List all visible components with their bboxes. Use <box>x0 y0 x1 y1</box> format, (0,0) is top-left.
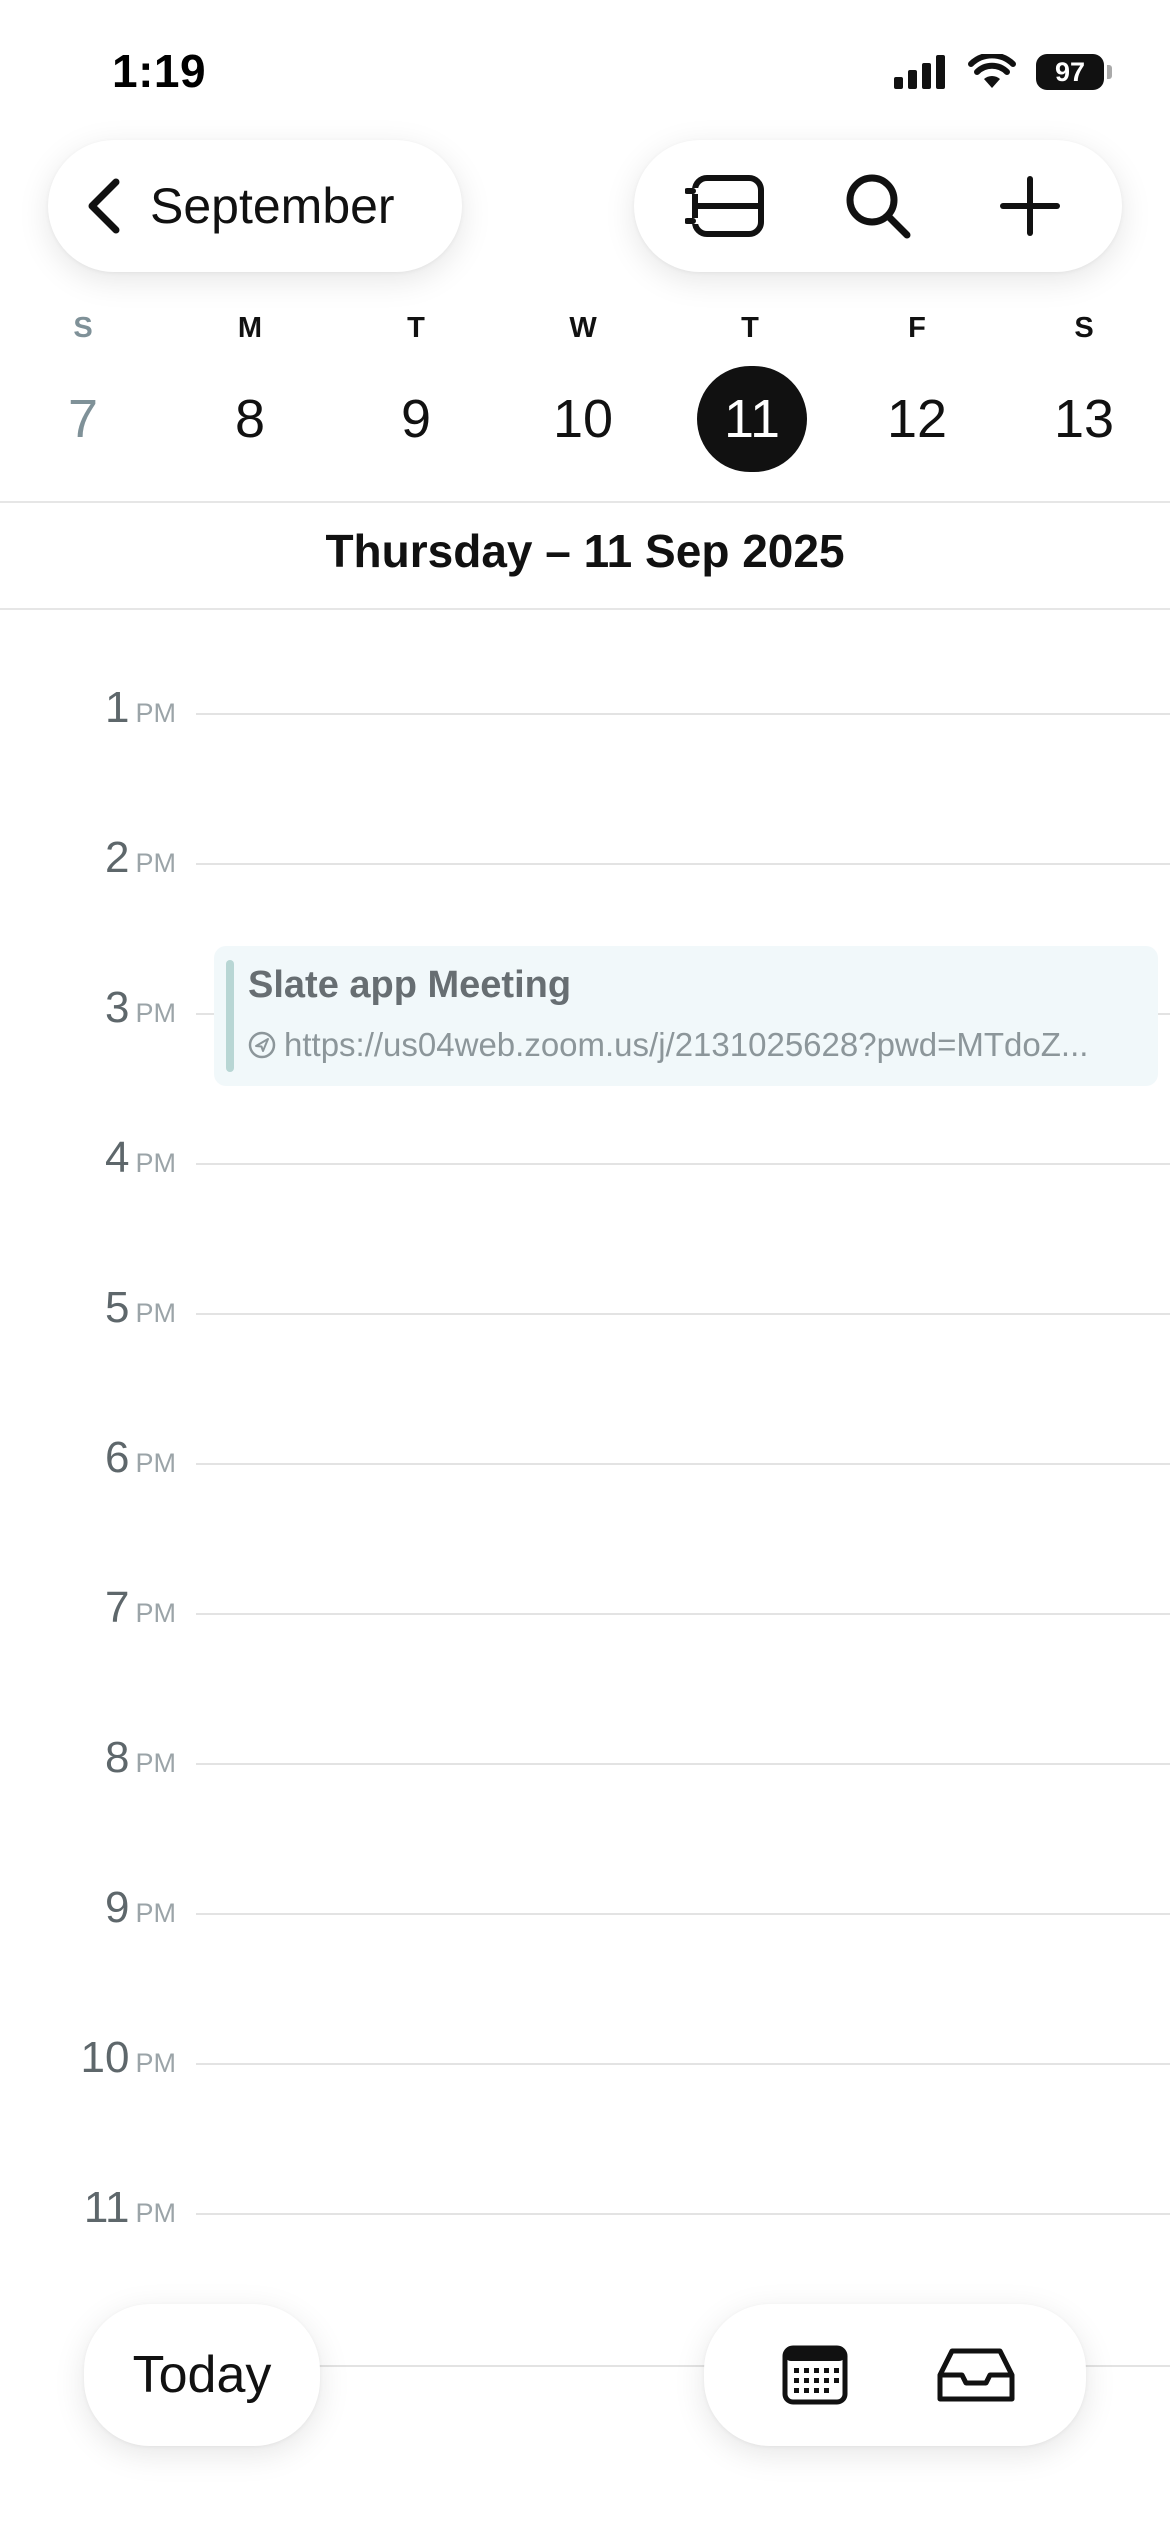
day-8[interactable]: 8 <box>195 366 305 472</box>
hour-gridline <box>196 2063 1170 2065</box>
day-9[interactable]: 9 <box>361 366 471 472</box>
search-button[interactable] <box>823 151 933 261</box>
hour-ampm: PM <box>135 1448 177 1478</box>
weekday-mon: M <box>237 312 263 344</box>
hour-ampm: PM <box>135 1898 177 1928</box>
date-heading: Thursday – 11 Sep 2025 <box>325 525 845 577</box>
hour-number: 9 <box>105 1883 130 1932</box>
hour-row-5pm: 5 PM <box>0 1283 1170 1343</box>
calendar-icon <box>782 2345 847 2405</box>
hour-gridline <box>196 1463 1170 1465</box>
search-icon <box>846 174 911 239</box>
weekday-thu: T <box>741 312 759 344</box>
hour-row-4pm: 4 PM <box>0 1133 1170 1193</box>
calendar-day-screen: 1:19 97 September S M T W T F S 7 8 9 10… <box>0 0 1170 2532</box>
weekday-sun: S <box>73 312 93 344</box>
inbox-icon <box>937 2348 1014 2402</box>
hour-gridline <box>196 1163 1170 1165</box>
back-to-month-button[interactable]: September <box>48 140 462 272</box>
wifi-icon <box>968 54 1016 88</box>
event-location: https://us04web.zoom.us/j/2131025628?pwd… <box>248 1026 1138 1064</box>
hour-row-10pm: 10 PM <box>0 2033 1170 2093</box>
hour-gridline <box>196 863 1170 865</box>
weekday-fri: F <box>908 312 926 344</box>
hour-gridline <box>196 1913 1170 1915</box>
hour-gridline <box>196 1613 1170 1615</box>
today-button[interactable]: Today <box>84 2304 320 2446</box>
hour-number: 6 <box>105 1433 130 1482</box>
signal-icon <box>894 55 945 89</box>
hour-row-2pm: 2 PM <box>0 833 1170 893</box>
event-card[interactable]: Slate app Meeting https://us04web.zoom.u… <box>214 946 1158 1086</box>
location-arrow-icon <box>248 1031 276 1059</box>
day-13[interactable]: 13 <box>1029 366 1139 472</box>
hour-number: 4 <box>105 1133 130 1182</box>
battery-level: 97 <box>1036 54 1104 90</box>
hour-ampm: PM <box>135 698 177 728</box>
hour-ampm: PM <box>135 2198 177 2228</box>
hour-number: 7 <box>105 1583 130 1632</box>
hour-ampm: PM <box>135 2048 177 2078</box>
hour-ampm: PM <box>135 1148 177 1178</box>
hour-number: 11 <box>83 2183 130 2232</box>
hour-ampm: PM <box>135 998 177 1028</box>
event-link: https://us04web.zoom.us/j/2131025628?pwd… <box>284 1026 1089 1063</box>
add-event-button[interactable] <box>975 151 1085 261</box>
hour-gridline <box>196 713 1170 715</box>
heading-divider <box>0 608 1170 610</box>
inbox-button[interactable] <box>921 2320 1031 2430</box>
hour-number: 5 <box>105 1283 130 1332</box>
event-color-bar <box>226 960 234 1072</box>
month-label: September <box>150 178 395 234</box>
list-view-button[interactable] <box>671 151 781 261</box>
hour-ampm: PM <box>135 1598 177 1628</box>
hour-gridline <box>196 1313 1170 1315</box>
hour-ampm: PM <box>135 848 177 878</box>
hour-row-1pm: 1 PM <box>0 683 1170 743</box>
status-time: 1:19 <box>112 45 207 97</box>
hour-number: 1 <box>105 683 130 732</box>
hour-row-8pm: 8 PM <box>0 1733 1170 1793</box>
hour-ampm: PM <box>135 1748 177 1778</box>
day-11-selected[interactable]: 11 <box>697 366 807 472</box>
week-divider <box>0 501 1170 503</box>
day-10[interactable]: 10 <box>528 366 638 472</box>
weekday-sat: S <box>1074 312 1094 344</box>
hour-gridline <box>196 1763 1170 1765</box>
weekday-tue: T <box>407 312 425 344</box>
hour-number: 8 <box>105 1733 130 1782</box>
plus-icon <box>1000 176 1060 236</box>
hour-ampm: PM <box>135 1298 177 1328</box>
chevron-left-icon <box>88 178 120 234</box>
header-toolbar <box>634 140 1122 272</box>
hour-row-9pm: 9 PM <box>0 1883 1170 1943</box>
event-title: Slate app Meeting <box>248 964 572 1006</box>
bottom-toolbar <box>704 2304 1086 2446</box>
day-7[interactable]: 7 <box>28 366 138 472</box>
hour-number: 3 <box>105 983 130 1032</box>
weekday-wed: W <box>569 312 597 344</box>
hour-gridline <box>196 2213 1170 2215</box>
hour-row-7pm: 7 PM <box>0 1583 1170 1643</box>
list-view-icon <box>685 175 764 237</box>
hour-row-6pm: 6 PM <box>0 1433 1170 1493</box>
battery-icon: 97 <box>1036 54 1112 90</box>
hour-number: 2 <box>105 833 130 882</box>
status-icons: 97 <box>894 54 1112 90</box>
calendar-button[interactable] <box>760 2320 870 2430</box>
hour-number: 10 <box>80 2033 130 2082</box>
hour-row-11pm: 11 PM <box>0 2183 1170 2243</box>
day-12[interactable]: 12 <box>862 366 972 472</box>
today-label: Today <box>132 2346 272 2404</box>
